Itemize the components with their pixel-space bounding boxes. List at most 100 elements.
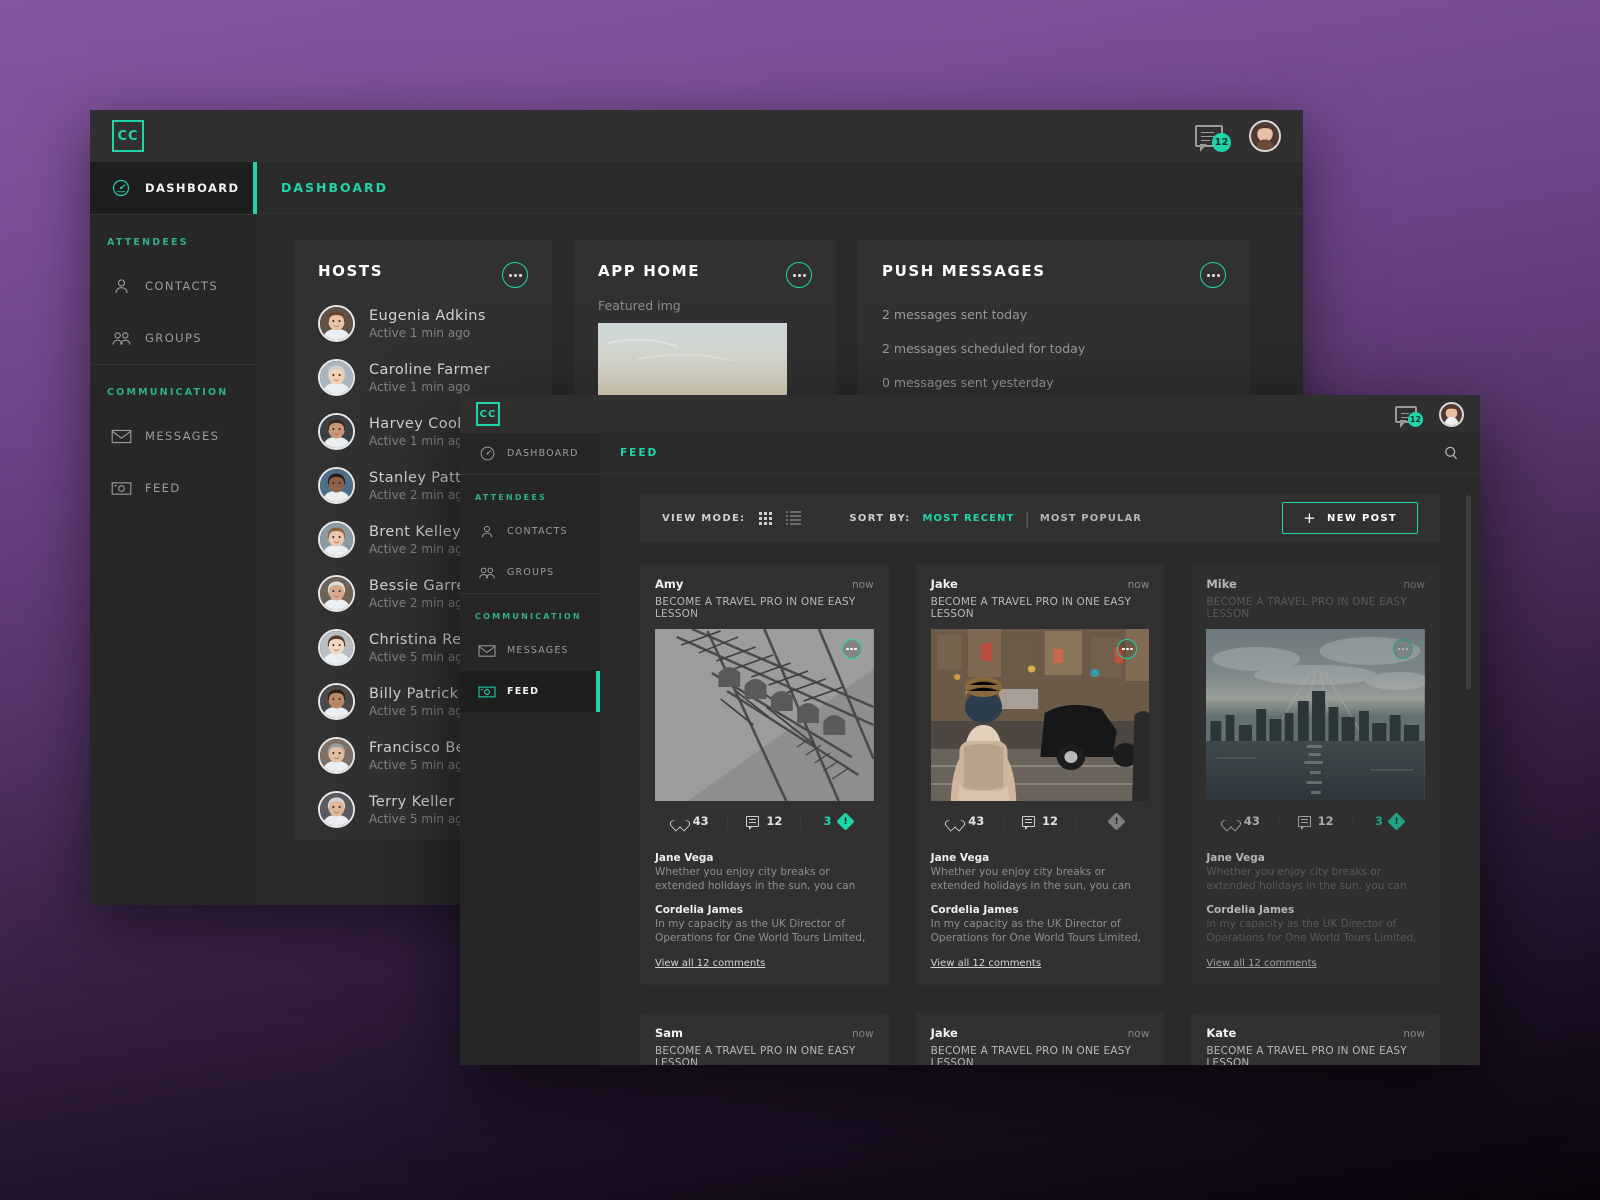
new-post-button[interactable]: + NEW POST xyxy=(1282,502,1418,534)
comment-text: In my capacity as the UK Director of Ope… xyxy=(1206,918,1425,945)
comment-author: Cordelia James xyxy=(655,904,874,916)
search-icon[interactable] xyxy=(1443,445,1460,462)
host-info: Eugenia AdkinsActive 1 min ago xyxy=(369,308,486,340)
host-info: Brent KelleyActive 2 min ago xyxy=(369,524,470,556)
feed-post-card[interactable]: JakenowBECOME A TRAVEL PRO IN ONE EASY L… xyxy=(916,1013,1165,1065)
post-title: BECOME A TRAVEL PRO IN ONE EASY LESSON xyxy=(1206,596,1425,620)
flag-count: 3 xyxy=(824,814,832,828)
sidebar-item-messages[interactable]: MESSAGES xyxy=(90,410,257,462)
avatar xyxy=(318,305,355,342)
host-info: Francisco BellActive 5 min ago xyxy=(369,740,474,772)
sidebar-item-label: DASHBOARD xyxy=(145,181,240,195)
back-window-topbar-actions: 12 xyxy=(1195,120,1281,152)
sidebar-item-label: CONTACTS xyxy=(507,526,568,537)
like-stat[interactable]: 43 xyxy=(931,814,1004,828)
view-all-comments-link[interactable]: View all 12 comments xyxy=(655,958,765,969)
scrollbar-thumb[interactable] xyxy=(1466,495,1471,690)
comment-stat[interactable]: 12 xyxy=(728,814,801,828)
host-list-item[interactable]: Caroline FarmerActive 1 min ago xyxy=(318,359,528,396)
feed-post-card[interactable]: JakenowBECOME A TRAVEL PRO IN ONE EASY L… xyxy=(916,564,1165,985)
comment-text: In my capacity as the UK Director of Ope… xyxy=(931,918,1150,945)
feed-scrollbar[interactable] xyxy=(1466,495,1471,1065)
post-image[interactable] xyxy=(1206,629,1425,801)
host-name: Francisco Bell xyxy=(369,740,474,756)
avatar xyxy=(318,413,355,450)
sidebar-item-feed[interactable]: FEED xyxy=(460,671,600,712)
sidebar-item-label: CONTACTS xyxy=(145,279,218,293)
host-name: Terry Keller xyxy=(369,794,470,810)
avatar xyxy=(318,521,355,558)
front-window-topbar: CC 12 xyxy=(460,395,1480,433)
view-all-comments-link[interactable]: View all 12 comments xyxy=(931,958,1041,969)
ellipsis-icon[interactable] xyxy=(1393,639,1413,659)
message-bubble-icon[interactable]: 12 xyxy=(1395,406,1417,423)
new-post-label: NEW POST xyxy=(1327,513,1397,524)
host-list-item[interactable]: Eugenia AdkinsActive 1 min ago xyxy=(318,305,528,342)
feed-post-card[interactable]: MikenowBECOME A TRAVEL PRO IN ONE EASY L… xyxy=(1191,564,1440,985)
speedometer-icon xyxy=(475,445,499,462)
comment-author: Cordelia James xyxy=(1206,904,1425,916)
avatar[interactable] xyxy=(1249,120,1281,152)
avatar xyxy=(318,683,355,720)
card-title: PUSH MESSAGES xyxy=(882,262,1046,280)
list-view-icon[interactable] xyxy=(786,511,801,525)
comment-stat[interactable]: 12 xyxy=(1004,814,1077,828)
sidebar-item-feed[interactable]: FEED xyxy=(90,462,257,514)
flag-stat[interactable]: 3! xyxy=(801,814,873,828)
ellipsis-icon[interactable] xyxy=(1200,262,1226,288)
app-logo[interactable]: CC xyxy=(112,120,144,152)
sidebar-item-messages[interactable]: MESSAGES xyxy=(460,630,600,671)
avatar[interactable] xyxy=(1439,402,1464,427)
post-title: BECOME A TRAVEL PRO IN ONE EASY LESSON xyxy=(931,1045,1150,1065)
comment-author: Jane Vega xyxy=(1206,852,1425,864)
sidebar-item-dashboard[interactable]: DASHBOARD xyxy=(90,162,257,214)
host-info: Harvey CookActive 1 min ago xyxy=(369,416,470,448)
like-stat[interactable]: 43 xyxy=(1206,814,1279,828)
sidebar-item-label: DASHBOARD xyxy=(507,448,579,459)
host-status: Active 2 min ago xyxy=(369,542,470,556)
post-comments: Jane VegaWhether you enjoy city breaks o… xyxy=(655,852,874,985)
comment-text: In my capacity as the UK Director of Ope… xyxy=(655,918,874,945)
sidebar-item-contacts[interactable]: CONTACTS xyxy=(90,260,257,312)
alert-diamond-icon: ! xyxy=(1387,812,1405,830)
post-timestamp: now xyxy=(1403,1028,1425,1040)
sort-most-popular[interactable]: MOST POPULAR xyxy=(1040,513,1142,524)
ellipsis-icon[interactable] xyxy=(502,262,528,288)
message-bubble-icon[interactable]: 12 xyxy=(1195,125,1223,147)
flag-stat[interactable]: ! xyxy=(1077,815,1149,828)
post-title: BECOME A TRAVEL PRO IN ONE EASY LESSON xyxy=(1206,1045,1425,1065)
sidebar-group-communication: COMMUNICATION xyxy=(460,594,600,630)
app-logo[interactable]: CC xyxy=(476,402,500,426)
sidebar-item-dashboard[interactable]: DASHBOARD xyxy=(460,433,600,474)
feed-post-card[interactable]: AmynowBECOME A TRAVEL PRO IN ONE EASY LE… xyxy=(640,564,889,985)
ellipsis-icon[interactable] xyxy=(842,639,862,659)
comment-stat[interactable]: 12 xyxy=(1280,814,1353,828)
sort-most-recent[interactable]: MOST RECENT xyxy=(923,513,1015,524)
post-comments: Jane VegaWhether you enjoy city breaks o… xyxy=(931,852,1150,985)
host-status: Active 1 min ago xyxy=(369,380,490,394)
host-info: Terry KellerActive 5 min ago xyxy=(369,794,470,826)
ellipsis-icon[interactable] xyxy=(786,262,812,288)
post-header: Samnow xyxy=(655,1026,874,1040)
sidebar-item-groups[interactable]: GROUPS xyxy=(90,312,257,364)
sidebar-group-attendees: ATTENDEES xyxy=(90,215,257,260)
photo-icon xyxy=(475,685,499,699)
feed-post-card[interactable]: SamnowBECOME A TRAVEL PRO IN ONE EASY LE… xyxy=(640,1013,889,1065)
post-image[interactable] xyxy=(931,629,1150,801)
sidebar-item-contacts[interactable]: CONTACTS xyxy=(460,511,600,552)
post-image[interactable] xyxy=(655,629,874,801)
comment-icon xyxy=(1298,816,1311,827)
like-stat[interactable]: 43 xyxy=(655,814,728,828)
post-title: BECOME A TRAVEL PRO IN ONE EASY LESSON xyxy=(931,596,1150,620)
view-all-comments-link[interactable]: View all 12 comments xyxy=(1206,958,1316,969)
grid-view-icon[interactable] xyxy=(759,512,772,525)
sidebar-group-attendees: ATTENDEES xyxy=(460,475,600,511)
feed-post-card[interactable]: KatenowBECOME A TRAVEL PRO IN ONE EASY L… xyxy=(1191,1013,1440,1065)
sidebar-item-groups[interactable]: GROUPS xyxy=(460,552,600,593)
sidebar-item-label: GROUPS xyxy=(145,331,202,345)
comment-count: 12 xyxy=(1042,814,1058,828)
host-name: Eugenia Adkins xyxy=(369,308,486,324)
comment-text: Whether you enjoy city breaks or extende… xyxy=(931,866,1150,893)
sort-by-label: SORT BY: xyxy=(849,513,910,524)
flag-stat[interactable]: 3! xyxy=(1353,814,1425,828)
